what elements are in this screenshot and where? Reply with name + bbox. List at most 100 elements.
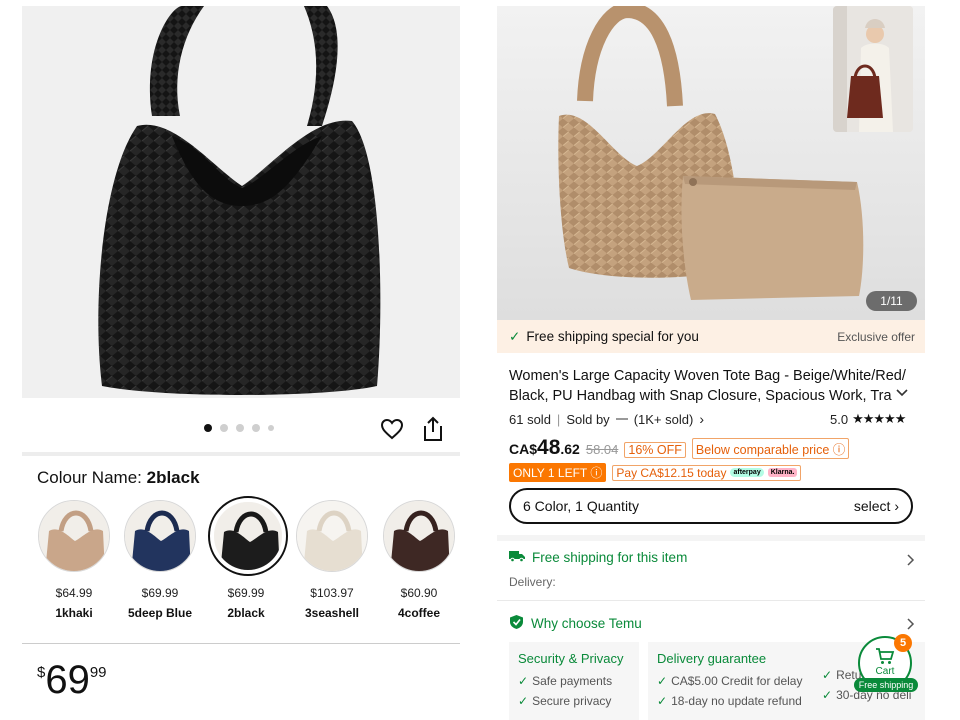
card-item: ✓ Safe payments	[518, 671, 630, 691]
sales-info: 61 sold | Sold by (1K+ sold) ›	[509, 411, 704, 427]
chevron-right-icon[interactable]: ›	[699, 411, 704, 427]
carousel-dot[interactable]	[268, 425, 274, 431]
free-shipping-banner: ✓ Free shipping special for you Exclusiv…	[497, 320, 925, 353]
amazon-product-panel: Colour Name: 2black $64.99 $69.99 $69.99…	[0, 0, 480, 720]
divider	[22, 452, 460, 456]
check-icon: ✓	[822, 668, 833, 682]
price-fraction: 99	[89, 664, 107, 681]
card-item: ✓ Secure privacy	[518, 691, 630, 711]
promo-badges: ONLY 1 LEFT ⓘ Pay CA$12.15 today afterpa…	[509, 463, 802, 482]
swatch-price: $60.90	[400, 586, 438, 600]
swatch-name: 3seashell	[304, 606, 360, 620]
check-icon: ✓	[822, 688, 833, 702]
check-icon: ✓	[509, 328, 521, 344]
product-price: $ 69 99	[37, 658, 107, 702]
stock-badge[interactable]: ONLY 1 LEFT ⓘ	[509, 463, 607, 482]
swatch-khaki[interactable]	[38, 500, 110, 572]
card-item: ✓ 18-day no update refund	[657, 691, 805, 711]
card-item: ✓ CA$5.00 Credit for delay	[657, 671, 805, 691]
klarna-logo: Klarna.	[767, 468, 798, 477]
carousel-dot[interactable]	[236, 424, 244, 432]
card-item-text: 18-day no update refund	[671, 694, 802, 708]
divider	[22, 643, 460, 644]
card-item-text: Secure privacy	[532, 694, 612, 708]
variant-selector[interactable]: 6 Color, 1 Quantity select ›	[509, 488, 913, 524]
price-currency: CA$	[509, 441, 538, 457]
check-icon: ✓	[657, 674, 668, 688]
chevron-right-icon: ›	[894, 498, 899, 514]
exclusive-offer-label: Exclusive offer	[837, 329, 915, 344]
carousel-dot[interactable]	[220, 424, 228, 432]
why-choose-text: Why choose Temu	[531, 616, 642, 631]
rating-value: 5.0	[830, 411, 849, 427]
swatch-price: $103.97	[310, 586, 354, 600]
check-icon: ✓	[518, 694, 529, 708]
carousel-dot[interactable]	[204, 424, 212, 432]
heart-icon[interactable]	[380, 417, 404, 441]
swatch-deep-blue[interactable]	[124, 500, 196, 572]
product-title[interactable]: Women's Large Capacity Woven Tote Bag - …	[509, 366, 909, 406]
sold-count: 61 sold	[509, 411, 551, 427]
help-icon[interactable]: ⓘ	[833, 443, 846, 457]
video-thumbnail[interactable]	[833, 6, 913, 132]
free-shipping-text: Free shipping for this item	[532, 550, 688, 565]
delivery-label: Delivery:	[509, 575, 556, 589]
why-choose-row[interactable]: Why choose Temu	[509, 614, 642, 633]
delivery-guarantee-card[interactable]: Delivery guarantee ✓ CA$5.00 Credit for d…	[648, 642, 814, 720]
price-currency: $	[37, 664, 46, 681]
swatch-black[interactable]	[208, 496, 288, 576]
cart-label: Cart	[875, 666, 895, 677]
afterpay-logo: afterpay	[730, 468, 764, 477]
below-comparable-badge[interactable]: Below comparable price ⓘ	[691, 438, 850, 459]
separator: |	[556, 411, 561, 427]
share-icon[interactable]	[421, 416, 445, 442]
discount-badge: 16% OFF	[624, 442, 686, 458]
swatch-name: 4coffee	[397, 606, 441, 620]
cart-free-shipping-tag: Free shipping	[854, 678, 918, 692]
rating[interactable]: 5.0 ★★★★★	[830, 411, 906, 427]
stock-badge-text: ONLY 1 LEFT	[513, 466, 588, 480]
price-whole: 48	[537, 436, 561, 459]
carousel-dot[interactable]	[252, 424, 260, 432]
swatch-name: 1khaki	[55, 606, 93, 620]
pay-later-badge[interactable]: Pay CA$12.15 today afterpay Klarna.	[612, 464, 802, 481]
swatch-price: $69.99	[227, 586, 265, 600]
swatch-price: $64.99	[55, 586, 93, 600]
below-comparable-text: Below comparable price	[695, 443, 830, 457]
seller-logo-icon[interactable]	[615, 418, 628, 420]
original-price: 58.04	[585, 442, 619, 457]
card-item-text: Safe payments	[532, 674, 613, 688]
check-icon: ✓	[518, 674, 529, 688]
seller-sold-count[interactable]: (1K+ sold)	[634, 412, 694, 427]
swatch-seashell[interactable]	[296, 500, 368, 572]
security-privacy-card[interactable]: Security & Privacy ✓ Safe payments ✓ Secur…	[509, 642, 639, 720]
product-image-black-tote[interactable]	[22, 6, 460, 398]
truck-icon	[509, 550, 525, 565]
swatch-coffee[interactable]	[383, 500, 455, 572]
star-icons: ★★★★★	[852, 411, 906, 426]
select-label: select	[853, 498, 891, 514]
help-icon: ⓘ	[590, 466, 603, 480]
banner-text: Free shipping special for you	[526, 329, 699, 344]
chevron-down-icon[interactable]	[895, 386, 909, 400]
select-action: select ›	[854, 498, 899, 514]
check-icon: ✓	[657, 694, 668, 708]
variant-summary: 6 Color, 1 Quantity	[523, 498, 639, 514]
swatch-name: 5deep Blue	[127, 606, 193, 620]
pay-later-text: Pay CA$12.15 today	[616, 465, 727, 480]
card-item-text: CA$5.00 Credit for delay	[671, 674, 803, 688]
cart-count-badge: 5	[894, 634, 912, 652]
chevron-right-icon[interactable]	[905, 617, 915, 630]
chevron-right-icon[interactable]	[905, 553, 915, 566]
divider	[497, 535, 925, 541]
price-whole: 69	[45, 658, 90, 702]
price-row: CA$ 48 .62 58.04 16% OFF Below comparabl…	[509, 436, 850, 460]
colour-name-label: Colour Name:	[37, 468, 142, 487]
card-title: Delivery guarantee	[657, 651, 767, 666]
shield-check-icon	[509, 614, 524, 633]
swatch-price: $69.99	[141, 586, 179, 600]
swatch-name: 2black	[227, 606, 265, 620]
temu-product-panel: 1/11 ✓ Free shipping special for you Exc…	[480, 0, 960, 720]
free-shipping-row[interactable]: Free shipping for this item	[509, 550, 687, 565]
sold-by-label: Sold by	[566, 411, 610, 427]
